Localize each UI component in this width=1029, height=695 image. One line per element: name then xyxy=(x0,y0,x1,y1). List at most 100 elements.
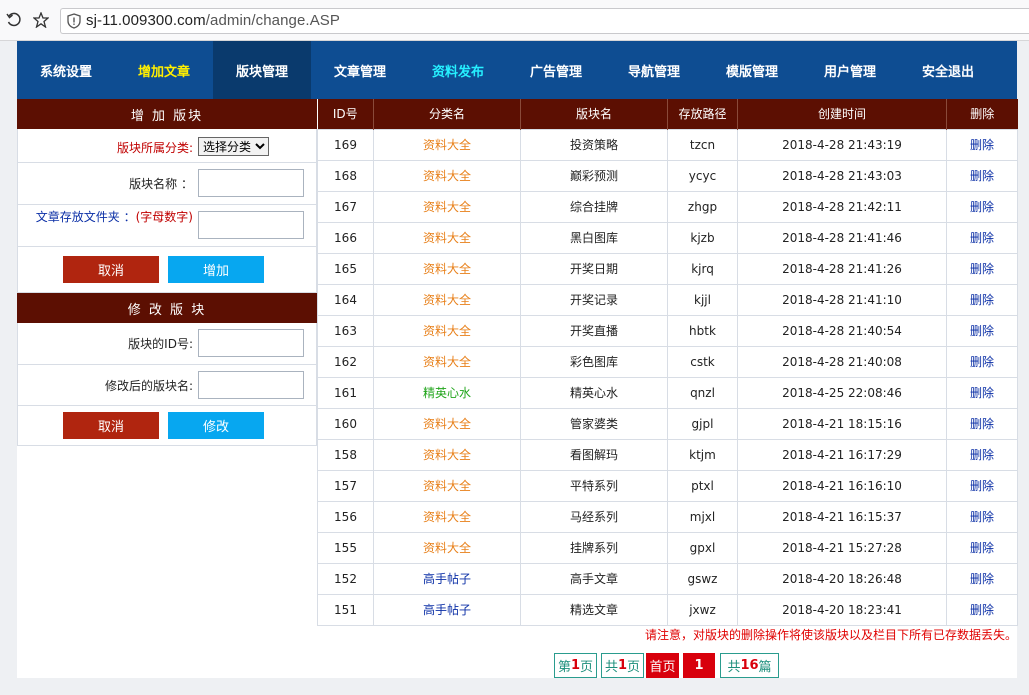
cell-id: 164 xyxy=(317,283,374,316)
edit-submit-button[interactable]: 修改 xyxy=(168,412,264,439)
delete-link[interactable]: 删除 xyxy=(946,283,1018,316)
delete-link[interactable]: 删除 xyxy=(946,376,1018,409)
category-select[interactable]: 选择分类 xyxy=(198,137,269,156)
cell-created-time: 2018-4-21 15:27:28 xyxy=(737,531,947,564)
nav-navigation-manage[interactable]: 导航管理 xyxy=(605,41,703,99)
delete-link[interactable]: 删除 xyxy=(946,252,1018,285)
cell-section-name: 精选文章 xyxy=(520,593,668,626)
table-row: 161 精英心水 精英心水 qnzl 2018-4-25 22:08:46 删除 xyxy=(317,376,1018,409)
cell-path: qnzl xyxy=(667,376,738,409)
cell-id: 155 xyxy=(317,531,374,564)
cell-section-name: 挂牌系列 xyxy=(520,531,668,564)
table-row: 162 资料大全 彩色图库 cstk 2018-4-28 21:40:08 删除 xyxy=(317,345,1018,378)
delete-link[interactable]: 删除 xyxy=(946,531,1018,564)
header-id: ID号 xyxy=(317,99,374,129)
address-bar[interactable]: sj-11.009300.com/admin/change.ASP xyxy=(60,8,1029,34)
cell-category: 高手帖子 xyxy=(373,593,521,626)
add-submit-button[interactable]: 增加 xyxy=(168,256,264,283)
section-name-input[interactable] xyxy=(198,169,304,197)
left-panel: 增 加 版块 版块所属分类: 选择分类 版块名称 ： 文章存放文件夹 ：(字母数… xyxy=(17,99,317,446)
cell-section-name: 平特系列 xyxy=(520,469,668,502)
cell-id: 167 xyxy=(317,190,374,223)
cell-id: 161 xyxy=(317,376,374,409)
table-row: 151 高手帖子 精选文章 jxwz 2018-4-20 18:23:41 删除 xyxy=(317,593,1018,626)
folder-label: 文章存放文件夹 ：(字母数字) xyxy=(35,210,193,224)
cell-created-time: 2018-4-21 16:17:29 xyxy=(737,438,947,471)
cell-category: 资料大全 xyxy=(373,314,521,347)
add-cancel-button[interactable]: 取消 xyxy=(63,256,159,283)
new-name-label: 修改后的版块名: xyxy=(104,379,193,393)
cell-category: 资料大全 xyxy=(373,190,521,223)
cell-path: kjjl xyxy=(667,283,738,316)
reload-icon[interactable] xyxy=(4,10,24,30)
table-row: 167 资料大全 综合挂牌 zhgp 2018-4-28 21:42:11 删除 xyxy=(317,190,1018,223)
nav-section-manage[interactable]: 版块管理 xyxy=(213,41,311,99)
delete-link[interactable]: 删除 xyxy=(946,469,1018,502)
nav-user-manage[interactable]: 用户管理 xyxy=(801,41,899,99)
delete-link[interactable]: 删除 xyxy=(946,345,1018,378)
table-row: 158 资料大全 看图解玛 ktjm 2018-4-21 16:17:29 删除 xyxy=(317,438,1018,471)
delete-link[interactable]: 删除 xyxy=(946,407,1018,440)
nav-add-article[interactable]: 增加文章 xyxy=(115,41,213,99)
url-text: sj-11.009300.com/admin/change.ASP xyxy=(86,12,341,29)
nav-ad-manage[interactable]: 广告管理 xyxy=(507,41,605,99)
section-table: ID号 分类名 版块名 存放路径 创建时间 删除 169 资料大全 投资策略 tzcn… xyxy=(317,99,1018,626)
cell-created-time: 2018-4-28 21:40:54 xyxy=(737,314,947,347)
cell-section-name: 看图解玛 xyxy=(520,438,668,471)
pager-first-page[interactable]: 首页 xyxy=(646,653,679,678)
cell-category: 资料大全 xyxy=(373,531,521,564)
header-path: 存放路径 xyxy=(667,99,738,129)
cell-section-name: 精英心水 xyxy=(520,376,668,409)
pager-current-page: 第1页 xyxy=(554,653,597,678)
cell-section-name: 投资策略 xyxy=(520,128,668,161)
nav-data-publish[interactable]: 资料发布 xyxy=(409,41,507,99)
edit-button-row: 取消 修改 xyxy=(17,406,317,446)
cell-category: 资料大全 xyxy=(373,221,521,254)
edit-cancel-button[interactable]: 取消 xyxy=(63,412,159,439)
cell-section-name: 高手文章 xyxy=(520,562,668,595)
cell-category: 资料大全 xyxy=(373,407,521,440)
new-name-input[interactable] xyxy=(198,371,304,399)
delete-link[interactable]: 删除 xyxy=(946,593,1018,626)
table-row: 168 资料大全 巅彩预测 ycyc 2018-4-28 21:43:03 删除 xyxy=(317,159,1018,192)
cell-id: 169 xyxy=(317,128,374,161)
delete-link[interactable]: 删除 xyxy=(946,500,1018,533)
delete-link[interactable]: 删除 xyxy=(946,562,1018,595)
cell-path: ptxl xyxy=(667,469,738,502)
cell-section-name: 巅彩预测 xyxy=(520,159,668,192)
section-id-input[interactable] xyxy=(198,329,304,357)
cell-created-time: 2018-4-28 21:42:11 xyxy=(737,190,947,223)
cell-id: 168 xyxy=(317,159,374,192)
edit-section-title: 修 改 版 块 xyxy=(17,293,317,323)
section-name-label: 版块名称 ： xyxy=(129,177,193,191)
delete-link[interactable]: 删除 xyxy=(946,159,1018,192)
bookmark-star-icon[interactable] xyxy=(31,10,51,30)
table-header: ID号 分类名 版块名 存放路径 创建时间 删除 xyxy=(317,99,1018,129)
nav-template-manage[interactable]: 模版管理 xyxy=(703,41,801,99)
nav-article-manage[interactable]: 文章管理 xyxy=(311,41,409,99)
pager-page-1[interactable]: 1 xyxy=(683,653,715,678)
delete-warning: 请注意，对版块的删除操作将使该版块以及栏目下所有已存数据丢失。 xyxy=(644,628,1017,642)
cell-created-time: 2018-4-25 22:08:46 xyxy=(737,376,947,409)
shield-icon xyxy=(67,13,81,29)
cell-id: 166 xyxy=(317,221,374,254)
delete-link[interactable]: 删除 xyxy=(946,128,1018,161)
category-row: 版块所属分类: 选择分类 xyxy=(17,129,317,163)
nav-system-settings[interactable]: 系统设置 xyxy=(17,41,115,99)
folder-input[interactable] xyxy=(198,211,304,239)
cell-category: 资料大全 xyxy=(373,128,521,161)
cell-section-name: 开奖记录 xyxy=(520,283,668,316)
delete-link[interactable]: 删除 xyxy=(946,221,1018,254)
cell-created-time: 2018-4-28 21:40:08 xyxy=(737,345,947,378)
cell-path: ktjm xyxy=(667,438,738,471)
delete-link[interactable]: 删除 xyxy=(946,314,1018,347)
delete-link[interactable]: 删除 xyxy=(946,438,1018,471)
table-row: 165 资料大全 开奖日期 kjrq 2018-4-28 21:41:26 删除 xyxy=(317,252,1018,285)
table-row: 155 资料大全 挂牌系列 gpxl 2018-4-21 15:27:28 删除 xyxy=(317,531,1018,564)
cell-created-time: 2018-4-21 16:15:37 xyxy=(737,500,947,533)
cell-path: mjxl xyxy=(667,500,738,533)
delete-link[interactable]: 删除 xyxy=(946,190,1018,223)
header-section-name: 版块名 xyxy=(520,99,668,129)
new-name-row: 修改后的版块名: xyxy=(17,365,317,406)
nav-logout[interactable]: 安全退出 xyxy=(899,41,997,99)
